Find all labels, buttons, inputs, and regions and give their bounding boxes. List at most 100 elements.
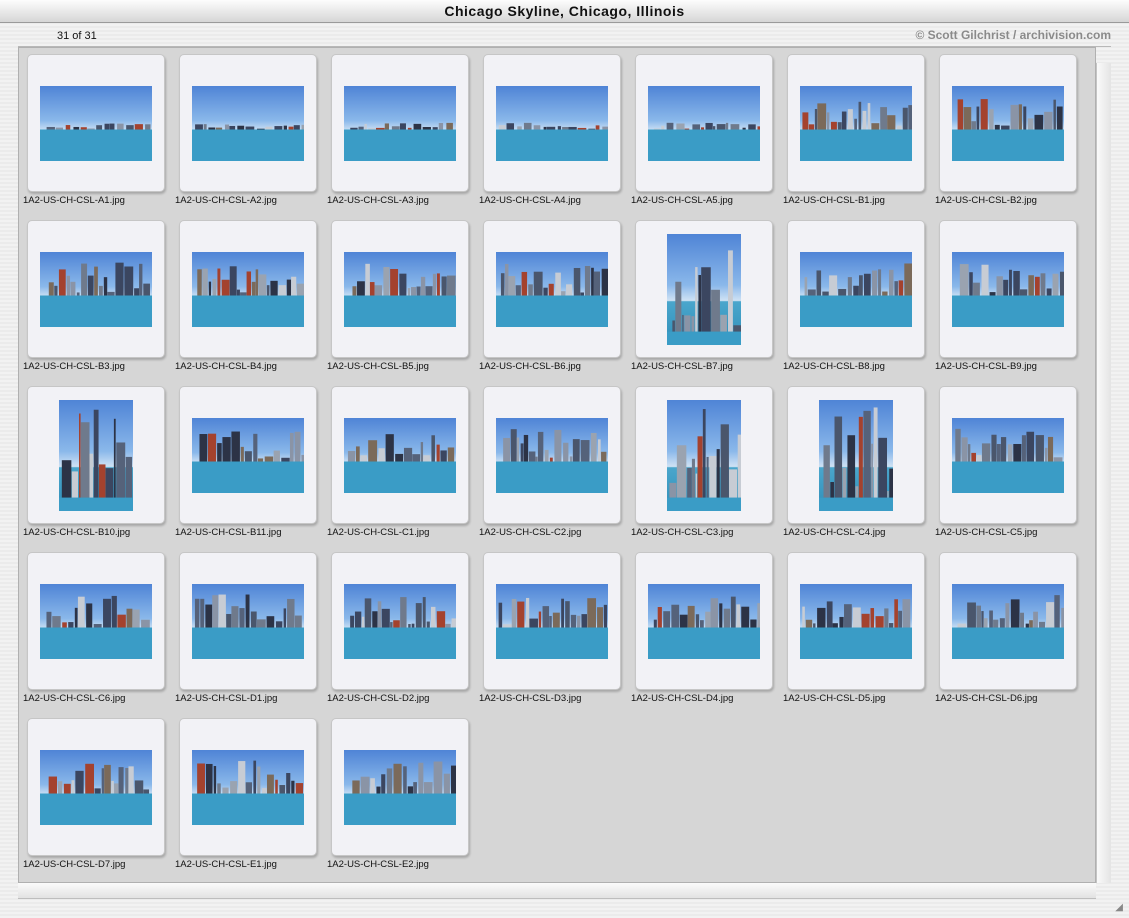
skyline-photo-thumbnail[interactable] (952, 418, 1064, 493)
vertical-scrollbar[interactable] (1096, 63, 1111, 883)
thumbnail-item[interactable]: 1A2-US-CH-CSL-A5.jpg (629, 49, 781, 209)
thumbnail-item[interactable]: 1A2-US-CH-CSL-B10.jpg (21, 381, 173, 541)
skyline-photo-thumbnail[interactable] (40, 86, 152, 161)
slide-mount[interactable] (27, 220, 165, 358)
slide-mount[interactable] (939, 552, 1077, 690)
thumbnail-item[interactable]: 1A2-US-CH-CSL-E2.jpg (325, 713, 477, 873)
thumbnail-item[interactable]: 1A2-US-CH-CSL-A4.jpg (477, 49, 629, 209)
skyline-photo-thumbnail[interactable] (667, 400, 741, 511)
thumbnail-item[interactable]: 1A2-US-CH-CSL-A2.jpg (173, 49, 325, 209)
thumbnail-item[interactable]: 1A2-US-CH-CSL-B11.jpg (173, 381, 325, 541)
slide-mount[interactable] (331, 220, 469, 358)
skyline-photo-thumbnail[interactable] (952, 252, 1064, 327)
skyline-photo-thumbnail[interactable] (496, 252, 608, 327)
skyline-photo-thumbnail[interactable] (192, 750, 304, 825)
slide-mount[interactable] (179, 552, 317, 690)
thumbnail-item[interactable]: 1A2-US-CH-CSL-B2.jpg (933, 49, 1085, 209)
slide-mount[interactable] (179, 54, 317, 192)
thumbnail-item[interactable]: 1A2-US-CH-CSL-C1.jpg (325, 381, 477, 541)
slide-mount[interactable] (27, 54, 165, 192)
skyline-photo-thumbnail[interactable] (344, 418, 456, 493)
slide-mount[interactable] (635, 552, 773, 690)
slide-mount[interactable] (635, 54, 773, 192)
image-count: 31 of 31 (57, 30, 97, 42)
slide-mount[interactable] (483, 386, 621, 524)
skyline-photo-thumbnail[interactable] (800, 86, 912, 161)
thumbnail-item[interactable]: 1A2-US-CH-CSL-C2.jpg (477, 381, 629, 541)
skyline-photo-thumbnail[interactable] (952, 86, 1064, 161)
thumbnail-item[interactable]: 1A2-US-CH-CSL-B6.jpg (477, 215, 629, 375)
horizontal-scrollbar[interactable] (18, 883, 1096, 899)
skyline-photo-thumbnail[interactable] (192, 86, 304, 161)
thumbnail-item[interactable]: 1A2-US-CH-CSL-D4.jpg (629, 547, 781, 707)
slide-mount[interactable] (331, 386, 469, 524)
slide-mount[interactable] (635, 386, 773, 524)
slide-mount[interactable] (331, 552, 469, 690)
slide-mount[interactable] (179, 220, 317, 358)
thumbnail-item[interactable]: 1A2-US-CH-CSL-C6.jpg (21, 547, 173, 707)
thumbnail-item[interactable]: 1A2-US-CH-CSL-C3.jpg (629, 381, 781, 541)
skyline-photo-thumbnail[interactable] (192, 584, 304, 659)
slide-mount[interactable] (787, 552, 925, 690)
thumbnail-item[interactable]: 1A2-US-CH-CSL-D5.jpg (781, 547, 933, 707)
thumbnail-item[interactable]: 1A2-US-CH-CSL-D2.jpg (325, 547, 477, 707)
thumbnail-item[interactable]: 1A2-US-CH-CSL-D7.jpg (21, 713, 173, 873)
slide-mount[interactable] (27, 552, 165, 690)
skyline-photo-thumbnail[interactable] (40, 584, 152, 659)
thumbnail-item[interactable]: 1A2-US-CH-CSL-D1.jpg (173, 547, 325, 707)
skyline-photo-thumbnail[interactable] (59, 400, 133, 511)
thumbnail-item[interactable]: 1A2-US-CH-CSL-D6.jpg (933, 547, 1085, 707)
skyline-photo-thumbnail[interactable] (40, 252, 152, 327)
thumbnail-item[interactable]: 1A2-US-CH-CSL-A1.jpg (21, 49, 173, 209)
skyline-photo-thumbnail[interactable] (667, 234, 741, 345)
slide-mount[interactable] (27, 718, 165, 856)
slide-mount[interactable] (483, 220, 621, 358)
slide-mount[interactable] (27, 386, 165, 524)
thumbnail-filename: 1A2-US-CH-CSL-C3.jpg (631, 527, 734, 538)
skyline-photo-thumbnail[interactable] (496, 584, 608, 659)
slide-mount[interactable] (939, 54, 1077, 192)
thumbnail-item[interactable]: 1A2-US-CH-CSL-C4.jpg (781, 381, 933, 541)
slide-mount[interactable] (635, 220, 773, 358)
slide-mount[interactable] (787, 220, 925, 358)
skyline-photo-thumbnail[interactable] (819, 400, 893, 511)
slide-mount[interactable] (939, 220, 1077, 358)
thumbnail-item[interactable]: 1A2-US-CH-CSL-B4.jpg (173, 215, 325, 375)
slide-mount[interactable] (483, 552, 621, 690)
thumbnail-item[interactable]: 1A2-US-CH-CSL-B8.jpg (781, 215, 933, 375)
skyline-photo-thumbnail[interactable] (648, 584, 760, 659)
slide-mount[interactable] (787, 54, 925, 192)
skyline-photo-thumbnail[interactable] (648, 86, 760, 161)
skyline-photo-thumbnail[interactable] (344, 750, 456, 825)
slide-mount[interactable] (331, 718, 469, 856)
skyline-photo-thumbnail[interactable] (496, 86, 608, 161)
skyline-photo-thumbnail[interactable] (800, 252, 912, 327)
skyline-photo-thumbnail[interactable] (344, 86, 456, 161)
thumbnail-item[interactable]: 1A2-US-CH-CSL-B1.jpg (781, 49, 933, 209)
thumbnail-item[interactable]: 1A2-US-CH-CSL-E1.jpg (173, 713, 325, 873)
skyline-photo-thumbnail[interactable] (344, 252, 456, 327)
skyline-photo-thumbnail[interactable] (192, 252, 304, 327)
thumbnail-item[interactable]: 1A2-US-CH-CSL-D3.jpg (477, 547, 629, 707)
thumbnail-item[interactable]: 1A2-US-CH-CSL-B7.jpg (629, 215, 781, 375)
slide-mount[interactable] (939, 386, 1077, 524)
slide-mount[interactable] (483, 54, 621, 192)
skyline-photo-thumbnail[interactable] (952, 584, 1064, 659)
thumbnail-item[interactable]: 1A2-US-CH-CSL-B9.jpg (933, 215, 1085, 375)
thumbnail-filename: 1A2-US-CH-CSL-B11.jpg (175, 527, 282, 538)
slide-mount[interactable] (179, 386, 317, 524)
resize-grip-icon[interactable]: ◢ (1106, 898, 1126, 916)
slide-mount[interactable] (787, 386, 925, 524)
thumbnail-item[interactable]: 1A2-US-CH-CSL-B3.jpg (21, 215, 173, 375)
skyline-photo-thumbnail[interactable] (344, 584, 456, 659)
slide-mount[interactable] (179, 718, 317, 856)
skyline-photo-thumbnail[interactable] (40, 750, 152, 825)
skyline-photo-thumbnail[interactable] (496, 418, 608, 493)
skyline-photo-thumbnail[interactable] (800, 584, 912, 659)
thumbnail-item[interactable]: 1A2-US-CH-CSL-C5.jpg (933, 381, 1085, 541)
slide-mount[interactable] (331, 54, 469, 192)
thumbnail-item[interactable]: 1A2-US-CH-CSL-B5.jpg (325, 215, 477, 375)
thumbnail-item[interactable]: 1A2-US-CH-CSL-A3.jpg (325, 49, 477, 209)
skyline-photo-thumbnail[interactable] (192, 418, 304, 493)
thumbnail-filename: 1A2-US-CH-CSL-A2.jpg (175, 195, 277, 206)
